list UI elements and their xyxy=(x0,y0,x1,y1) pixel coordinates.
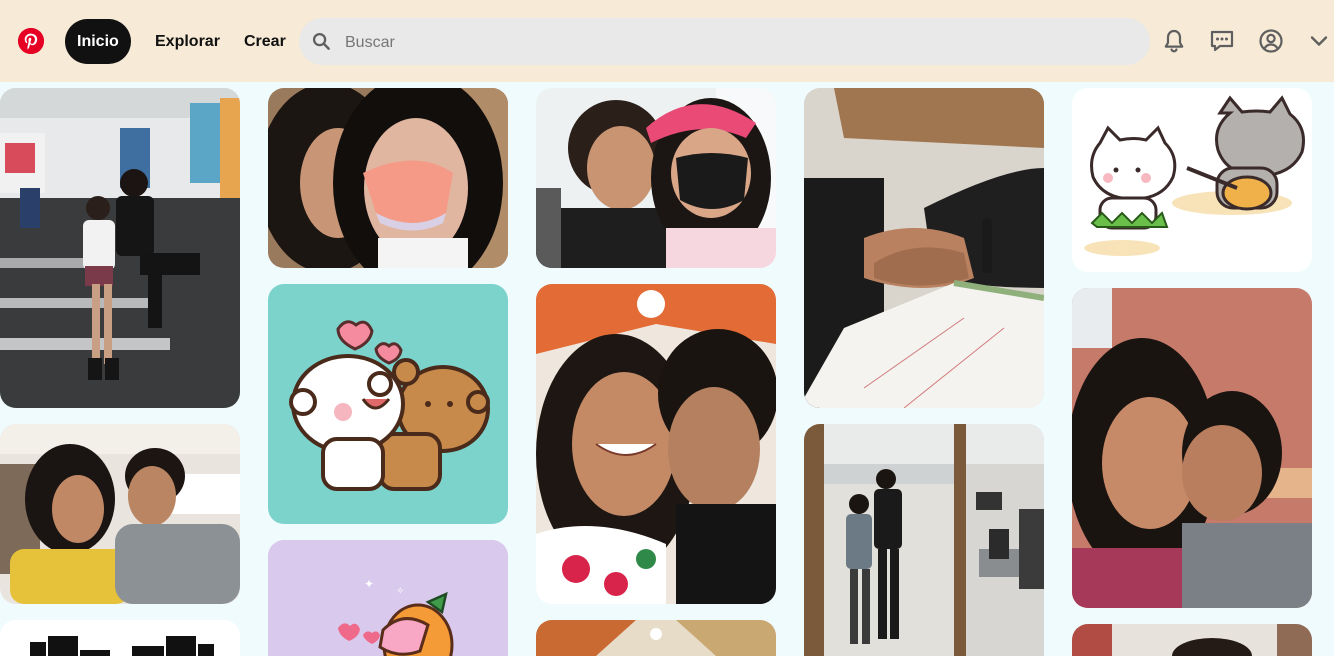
search-input[interactable] xyxy=(343,18,1127,67)
pin-partial-photo[interactable] xyxy=(1072,624,1312,656)
bell-icon[interactable] xyxy=(1160,27,1188,55)
pin-bear-sticker-teal[interactable] xyxy=(268,284,508,524)
tab-explorar[interactable]: Explorar xyxy=(143,19,232,64)
pin-bunny-carrot-sticker-lilac[interactable]: ✦ ✧ xyxy=(268,540,508,656)
tab-inicio[interactable]: Inicio xyxy=(65,19,131,64)
pin-couple-selfie-pink-wall[interactable] xyxy=(1072,288,1312,608)
pin-couple-selfie-pink-mask[interactable] xyxy=(268,88,508,268)
tab-crear[interactable]: Crear xyxy=(232,19,298,64)
pin-mirror-selfie-lobby[interactable] xyxy=(804,424,1044,656)
pin-holding-hands-notebook[interactable] xyxy=(804,88,1044,408)
pin-black-white-graphic[interactable] xyxy=(0,620,240,656)
pin-couple-selfie-floral-shirt[interactable] xyxy=(536,284,776,604)
top-bar: Inicio Explorar Crear xyxy=(0,0,1334,82)
pinterest-logo-icon[interactable] xyxy=(18,28,44,54)
svg-text:✧: ✧ xyxy=(396,586,404,597)
search-icon xyxy=(312,32,331,56)
messages-icon[interactable] xyxy=(1208,27,1236,55)
pin-cat-sticker-ukulele[interactable] xyxy=(1072,88,1312,272)
chevron-down-icon[interactable] xyxy=(1305,27,1333,55)
profile-icon[interactable] xyxy=(1257,27,1285,55)
pin-group-photo-skating-rink[interactable] xyxy=(0,88,240,408)
pin-couple-selfie-indoors[interactable] xyxy=(0,424,240,604)
search-bar[interactable] xyxy=(299,18,1150,67)
svg-text:✦: ✦ xyxy=(364,577,374,591)
pin-couple-selfie-pink-cap[interactable] xyxy=(536,88,776,268)
pin-ceiling-photo[interactable] xyxy=(536,620,776,656)
